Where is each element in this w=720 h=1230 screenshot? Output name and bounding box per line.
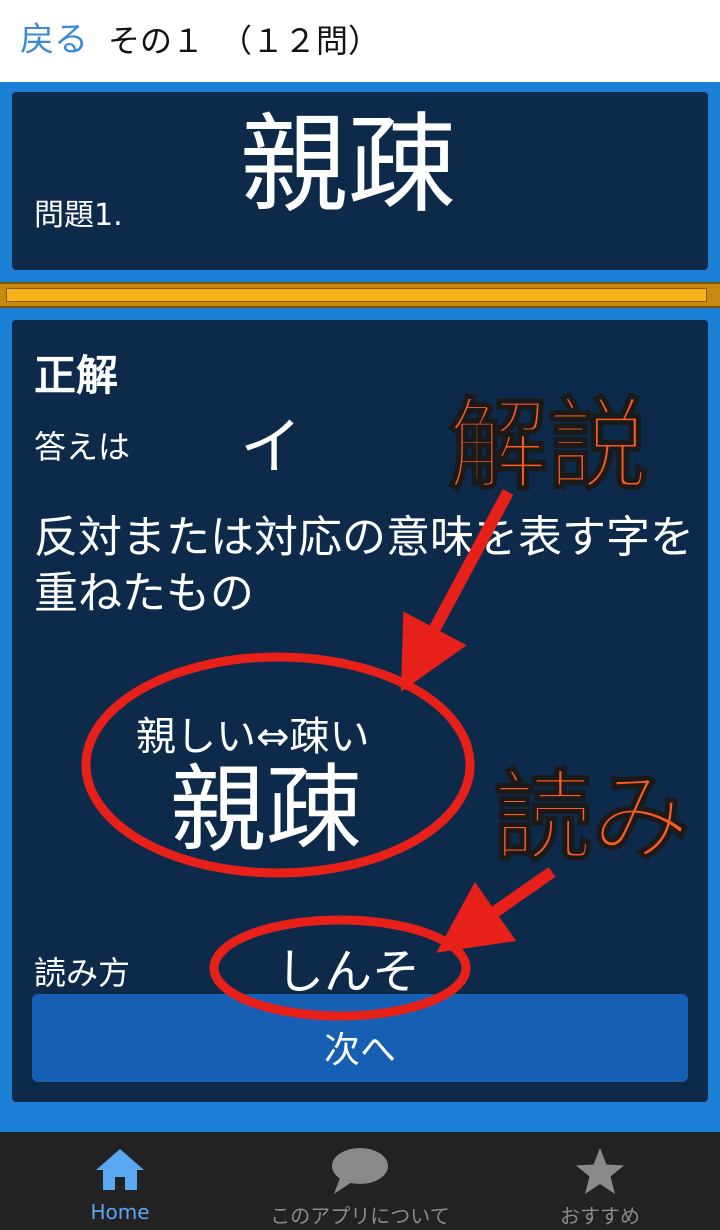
question-panel: 問題1. 親疎 [12, 92, 708, 270]
question-number: 問題1. [34, 198, 123, 233]
annotation-reading: 読み [493, 760, 691, 876]
home-icon [93, 1146, 147, 1196]
nav-home-label: Home [90, 1200, 150, 1224]
nav-recommend-label: おすすめ [560, 1204, 640, 1228]
bottom-nav: Home このアプリについて おすすめ [0, 1132, 720, 1230]
page-title: その１ （１２問） [108, 22, 381, 60]
nav-about[interactable]: このアプリについて [240, 1132, 480, 1230]
nav-about-label: このアプリについて [270, 1204, 450, 1228]
chat-bubble-icon [330, 1146, 390, 1200]
back-link[interactable]: 戻る [20, 12, 88, 61]
star-icon [573, 1146, 627, 1200]
question-word: 親疎 [240, 103, 457, 228]
result-label: 正解 [34, 351, 119, 400]
nav-recommend[interactable]: おすすめ [540, 1132, 660, 1230]
next-button[interactable]: 次へ [32, 994, 688, 1082]
explanation-text: 反対または対応の意味を表す字を重ねたもの [34, 512, 694, 619]
progress-fill [6, 288, 707, 302]
answer-label: 答えは [34, 428, 131, 466]
nav-home[interactable]: Home [60, 1132, 180, 1230]
example-word: 親疎 [170, 754, 362, 866]
reading-label: 読み方 [34, 954, 131, 992]
header: 戻る その１ （１２問） [0, 0, 720, 82]
answer-value: イ [240, 410, 303, 483]
progress-bar [0, 282, 720, 308]
reading-value: しんそ [276, 944, 421, 1000]
annotation-explanation: 解説 [447, 386, 649, 505]
